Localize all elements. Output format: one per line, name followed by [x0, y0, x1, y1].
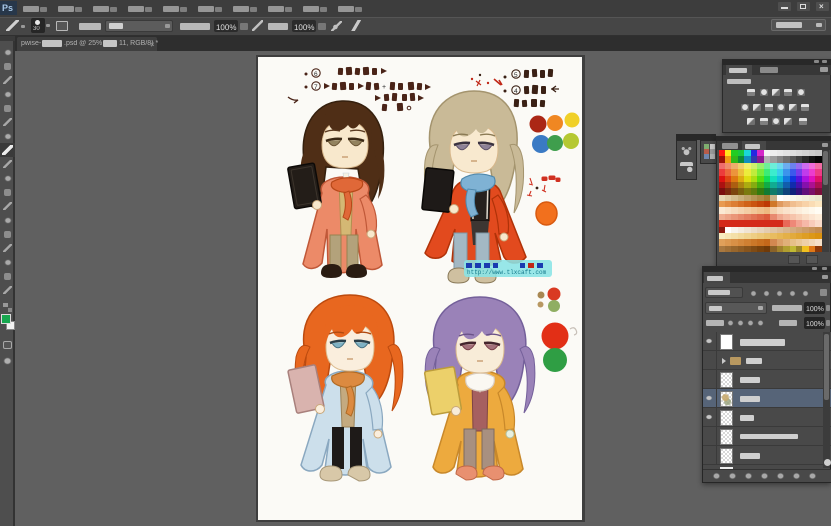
svg-text:4: 4: [514, 88, 518, 95]
svg-text:100%: 100%: [806, 306, 824, 313]
svg-text:+: +: [382, 84, 386, 91]
svg-text:6: 6: [314, 71, 318, 78]
svg-text:5: 5: [514, 72, 518, 79]
svg-text:7: 7: [314, 84, 318, 91]
svg-text:http://www.tlxcaft.com: http://www.tlxcaft.com: [467, 269, 547, 276]
svg-text:100%: 100%: [294, 23, 314, 32]
svg-text:100%: 100%: [216, 23, 236, 32]
svg-text:100%: 100%: [806, 321, 824, 328]
